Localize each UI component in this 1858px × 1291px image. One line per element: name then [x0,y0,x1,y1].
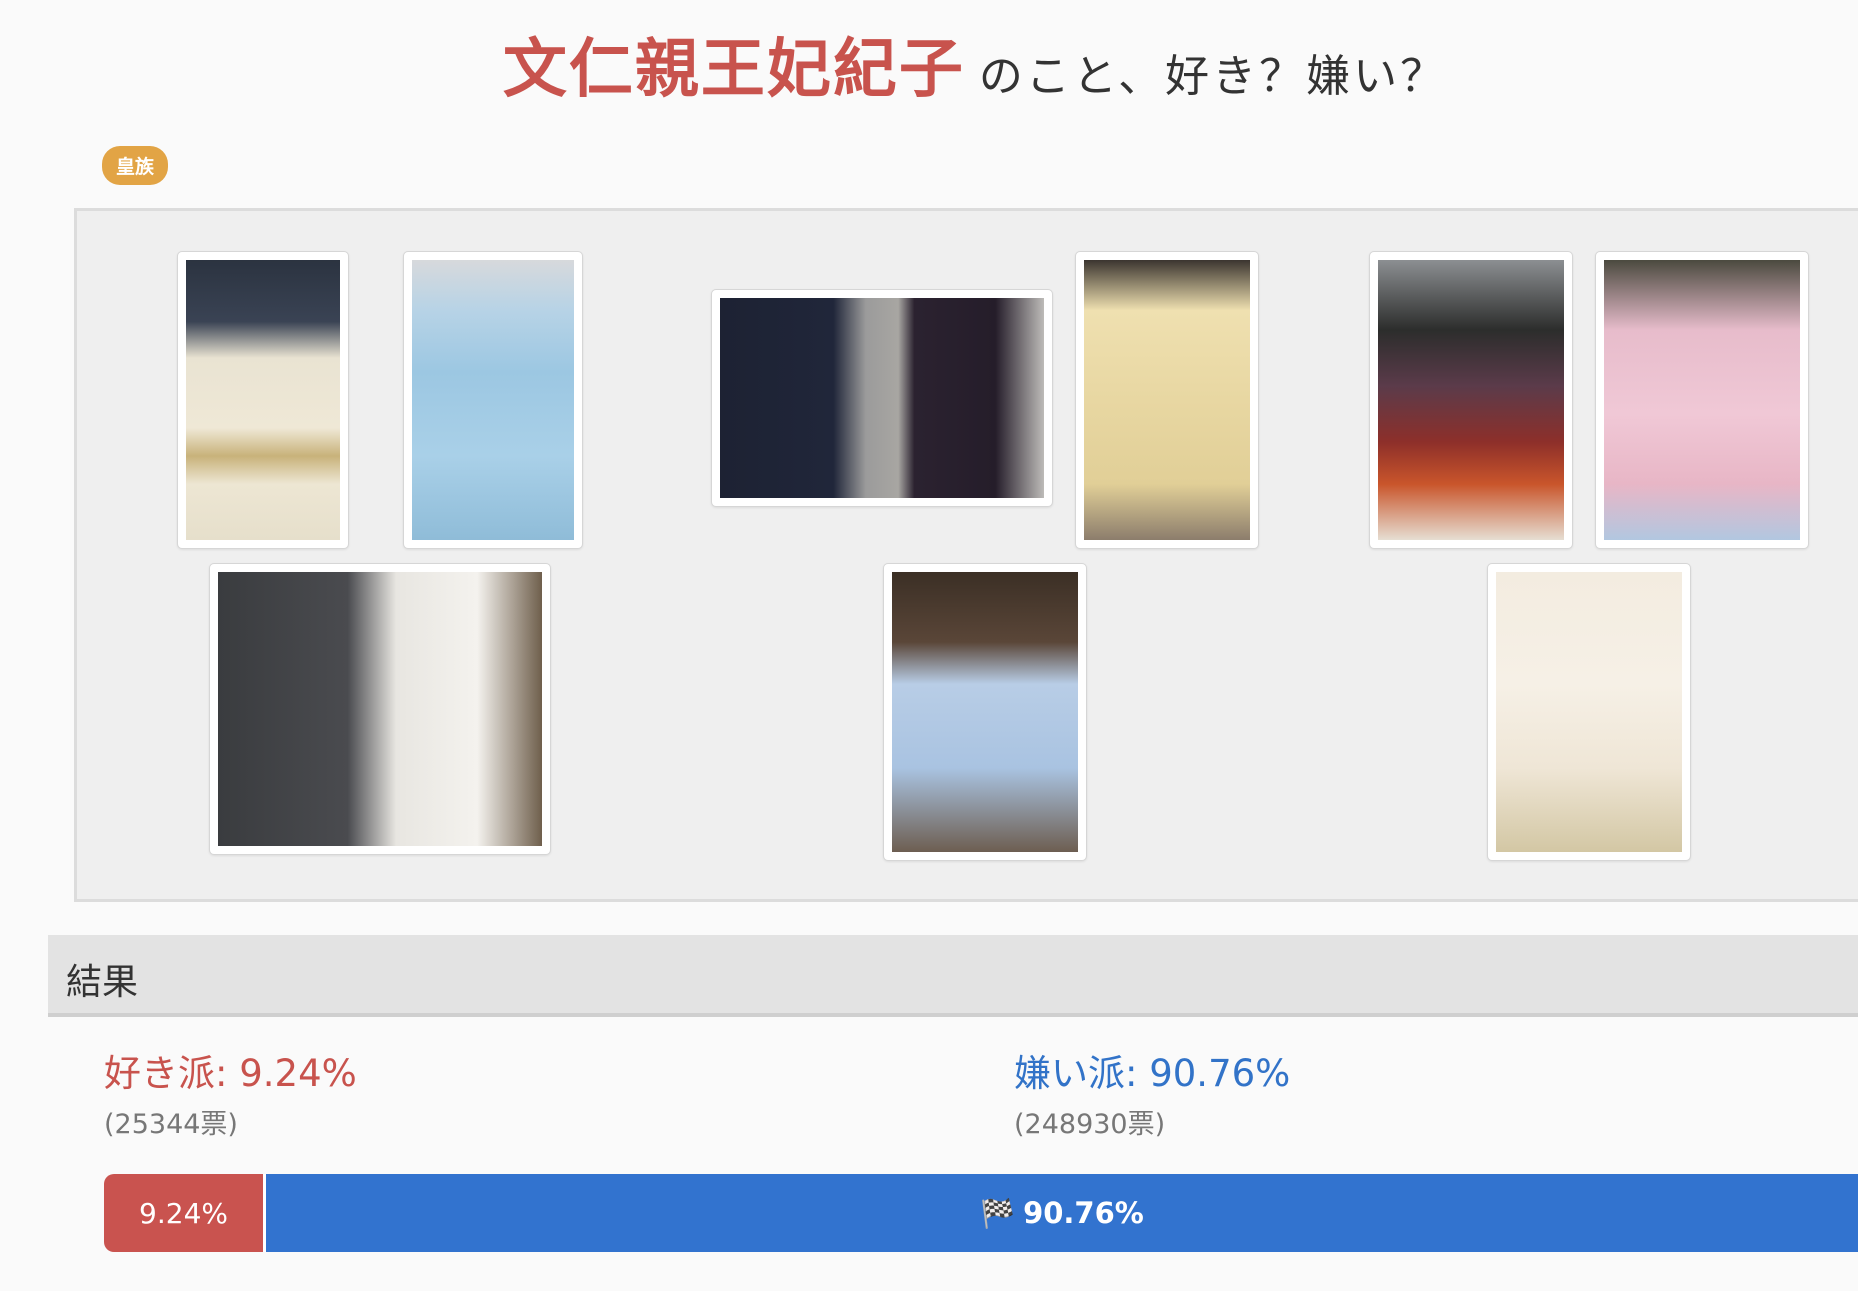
dislike-bar-text: 90.76% [1023,1196,1144,1230]
photo-image [1378,260,1564,540]
gallery-photo[interactable] [1075,251,1259,549]
like-bar-text: 9.24% [139,1196,228,1230]
gallery-photo[interactable] [883,563,1087,861]
page: 文仁親王妃紀子 のこと、好き？嫌い？ 皇族 結果 好き派: 9.24% (253… [0,0,1858,1291]
like-bar-segment: 9.24% [104,1174,267,1252]
gallery-photo[interactable] [209,563,551,855]
results-heading: 結果 [48,935,1858,1017]
title-question: のこと、好き？嫌い？ [978,51,1448,102]
title-name[interactable]: 文仁親王妃紀子 [503,18,965,110]
gallery-photo[interactable] [711,289,1053,507]
gallery-photo[interactable] [1595,251,1809,549]
photo-image [1496,572,1682,852]
page-title: 文仁親王妃紀子 のこと、好き？嫌い？ [0,18,1858,110]
photo-image [720,298,1044,498]
flag-icon: 🏁 [980,1196,1016,1230]
gallery-photo[interactable] [1369,251,1573,549]
category-tag[interactable]: 皇族 [102,146,169,185]
gallery-photo[interactable] [177,251,349,549]
result-progress-bar: 9.24% 🏁 90.76% [104,1174,1858,1252]
gallery-photo[interactable] [1487,563,1691,861]
like-vote-count: (25344票) [104,1109,238,1140]
photo-image [1084,260,1250,540]
photo-gallery [74,208,1858,902]
photo-image [186,260,340,540]
photo-image [1604,260,1800,540]
photo-image [218,572,542,846]
like-percentage-label: 好き派: 9.24% [104,1052,357,1095]
photo-image [412,260,574,540]
dislike-bar-segment: 🏁 90.76% [266,1174,1858,1252]
gallery-photo[interactable] [403,251,583,549]
dislike-vote-count: (248930票) [1014,1109,1166,1140]
dislike-percentage-label: 嫌い派: 90.76% [1014,1052,1291,1095]
photo-image [892,572,1078,852]
